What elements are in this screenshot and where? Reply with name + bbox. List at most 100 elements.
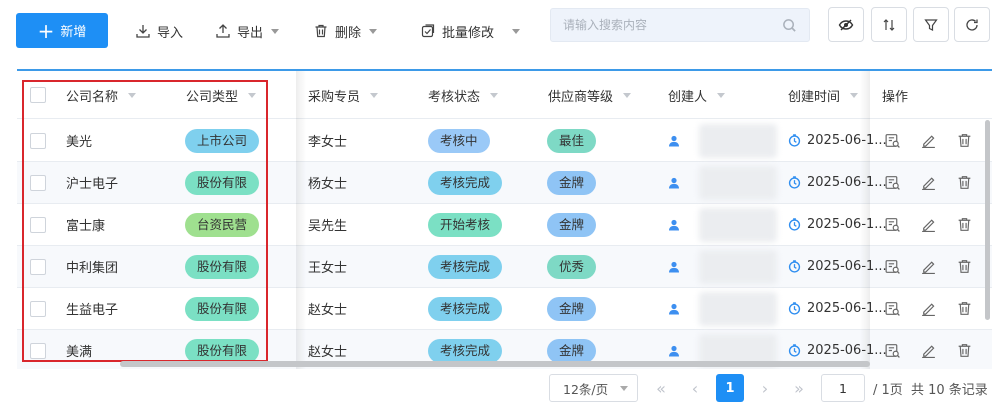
table-row[interactable]: 沪士电子 股份有限 杨女士 考核完成 金牌 2025-06-1... <box>17 162 992 204</box>
audit-status-cell: 开始考核 <box>428 204 503 245</box>
table-row[interactable]: 中利集团 股份有限 王女士 考核完成 优秀 2025-06-1... <box>17 246 992 288</box>
view-detail-icon[interactable] <box>884 132 901 149</box>
column-header-supplier-level[interactable]: 供应商等级 <box>548 71 632 119</box>
first-page-button[interactable]: « <box>647 374 675 402</box>
sort-caret-icon <box>490 92 499 98</box>
export-button[interactable]: 导出 <box>215 21 280 41</box>
row-checkbox[interactable] <box>30 330 46 369</box>
last-page-button[interactable]: » <box>785 374 813 402</box>
company-name-cell: 中利集团 <box>66 246 118 287</box>
view-detail-icon[interactable] <box>884 300 901 317</box>
trash-icon[interactable] <box>956 216 973 233</box>
audit-status-tag: 考核完成 <box>428 338 503 363</box>
supplier-level-tag: 金牌 <box>547 338 597 363</box>
row-checkbox[interactable] <box>30 120 46 161</box>
user-icon <box>669 261 679 272</box>
trash-icon[interactable] <box>956 174 973 191</box>
refresh-button[interactable] <box>954 7 990 42</box>
edit-icon[interactable] <box>920 342 937 359</box>
column-header-company-name[interactable]: 公司名称 <box>66 71 137 119</box>
trash-icon[interactable] <box>956 132 973 149</box>
row-checkbox[interactable] <box>30 246 46 287</box>
import-button[interactable]: 导入 <box>135 21 183 41</box>
company-name: 中利集团 <box>66 261 119 276</box>
redacted-creator-name <box>699 166 777 200</box>
filter-button[interactable] <box>913 7 949 42</box>
vertical-scrollbar[interactable] <box>985 120 990 320</box>
buyer-cell: 李女士 <box>308 120 347 161</box>
supplier-level-cell: 金牌 <box>547 162 597 203</box>
table-row[interactable]: 美光 上市公司 李女士 考核中 最佳 2025-06-1... <box>17 120 992 162</box>
clock-icon <box>788 218 801 231</box>
company-name: 富士康 <box>66 219 106 234</box>
sort-caret-icon <box>128 92 137 98</box>
created-time: 2025-06-1... <box>807 217 887 232</box>
company-type-cell: 股份有限 <box>185 246 260 287</box>
edit-icon[interactable] <box>920 258 937 275</box>
supplier-level-tag: 金牌 <box>547 170 597 195</box>
company-name-cell: 美满 <box>66 330 92 369</box>
created-time-cell: 2025-06-1... <box>788 120 887 161</box>
view-detail-icon[interactable] <box>884 174 901 191</box>
column-header-audit-status[interactable]: 考核状态 <box>428 71 499 119</box>
edit-icon[interactable] <box>920 300 937 317</box>
page-jump-input[interactable] <box>821 374 865 402</box>
edit-icon[interactable] <box>920 174 937 191</box>
trash-icon[interactable] <box>956 258 973 275</box>
batch-edit-icon <box>421 24 435 38</box>
next-page-button[interactable]: › <box>751 374 779 402</box>
column-header-created-time[interactable]: 创建时间 <box>788 71 859 119</box>
sort-button[interactable] <box>871 7 907 42</box>
view-detail-icon[interactable] <box>884 258 901 275</box>
column-header-buyer[interactable]: 采购专员 <box>308 71 379 119</box>
add-button[interactable]: + 新增 <box>16 13 108 48</box>
page-size-select[interactable]: 12条/页 <box>549 374 638 402</box>
column-label: 考核状态 <box>428 89 481 105</box>
clock-icon <box>788 302 801 315</box>
table-row[interactable]: 生益电子 股份有限 赵女士 考核完成 金牌 2025-06-1... <box>17 288 992 330</box>
audit-status-cell: 考核完成 <box>428 246 503 287</box>
delete-button[interactable]: 删除 <box>313 21 378 41</box>
current-page-number: 1 <box>725 380 735 396</box>
prev-page-button[interactable]: ‹ <box>681 374 709 402</box>
search-input[interactable] <box>551 9 781 41</box>
view-detail-icon[interactable] <box>884 342 901 359</box>
toolbar: + 新增 导入 导出 删除 批量修改 <box>0 0 992 62</box>
search-icon[interactable] <box>782 18 797 33</box>
edit-icon[interactable] <box>920 132 937 149</box>
current-page-button[interactable]: 1 <box>716 374 744 402</box>
buyer-name: 杨女士 <box>308 177 348 192</box>
row-checkbox[interactable] <box>30 204 46 245</box>
sort-icon <box>883 18 895 31</box>
select-all-checkbox[interactable] <box>30 71 46 119</box>
export-label: 导出 <box>237 25 264 41</box>
row-checkbox[interactable] <box>30 288 46 329</box>
column-header-company-type[interactable]: 公司类型 <box>186 71 257 119</box>
edit-icon[interactable] <box>920 216 937 233</box>
audit-status-tag: 考核完成 <box>428 296 503 321</box>
company-type-cell: 台资民营 <box>185 204 260 245</box>
column-header-actions: 操作 <box>882 71 908 119</box>
horizontal-scrollbar[interactable] <box>120 361 870 367</box>
trash-icon <box>315 24 327 38</box>
user-icon <box>669 345 679 356</box>
buyer-cell: 赵女士 <box>308 288 347 329</box>
row-checkbox[interactable] <box>30 162 46 203</box>
view-detail-icon[interactable] <box>884 216 901 233</box>
company-type-cell: 上市公司 <box>185 120 260 161</box>
created-time: 2025-06-1... <box>807 259 887 274</box>
batch-edit-button[interactable]: 批量修改 <box>420 21 521 41</box>
sort-caret-icon <box>623 92 632 98</box>
table-row[interactable]: 富士康 台资民营 吴先生 开始考核 金牌 2025-06-1... <box>17 204 992 246</box>
company-name: 生益电子 <box>66 303 119 318</box>
sort-caret-icon <box>370 92 379 98</box>
actions-cell <box>884 288 973 329</box>
trash-icon[interactable] <box>956 300 973 317</box>
column-header-creator[interactable]: 创建人 <box>668 71 726 119</box>
supplier-table: 公司名称 公司类型 采购专员 考核状态 供应商等级 创建人 创建时间 操作 美光… <box>17 69 992 369</box>
search-box <box>550 8 810 42</box>
user-icon <box>669 177 679 188</box>
column-visibility-button[interactable] <box>828 7 864 42</box>
supplier-level-tag: 优秀 <box>547 254 597 279</box>
trash-icon[interactable] <box>956 342 973 359</box>
